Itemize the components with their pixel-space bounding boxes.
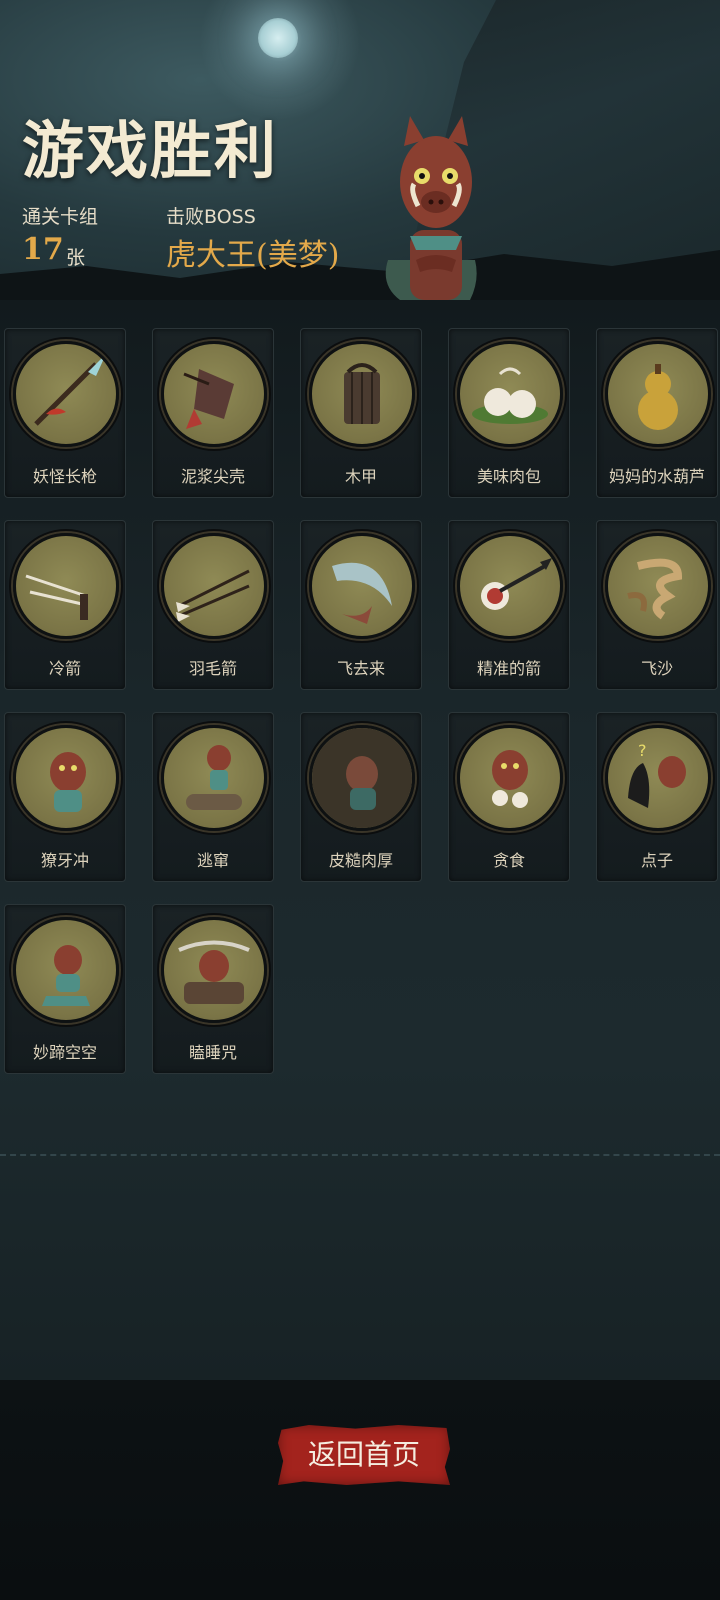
card-name: 美味肉包 [476, 467, 541, 486]
card-yaoguai-spear[interactable]: 妖怪长枪 [4, 328, 126, 498]
card-mud-shell[interactable]: 泥浆尖壳 [152, 328, 274, 498]
cleared-deck-count: 17 [22, 232, 64, 267]
card-name: 逃窜 [196, 851, 229, 870]
cold-arrow-icon [13, 533, 119, 639]
buns-icon [457, 341, 563, 447]
moon [258, 18, 298, 58]
card-boomerang[interactable]: 飞去来 [300, 520, 422, 690]
card-sleep-curse[interactable]: 瞌睡咒 [152, 904, 274, 1074]
card-name: 妈妈的水葫芦 [608, 467, 705, 486]
section-divider [0, 1154, 720, 1156]
card-wonder-hoof[interactable]: 妙蹄空空 [4, 904, 126, 1074]
wooden-armor-icon [309, 341, 415, 447]
feather-arrow-icon [161, 533, 267, 639]
card-name: 飞沙 [640, 659, 673, 678]
card-thick-skin[interactable]: 皮糙肉厚 [300, 712, 422, 882]
boar-flee-icon [161, 725, 267, 831]
page-title: 游戏胜利 [22, 114, 279, 187]
sand-whirl-icon [605, 533, 711, 639]
footer-background [0, 1380, 720, 1600]
boss-name: 虎大王(美梦) [166, 238, 340, 273]
card-name: 獠牙冲 [40, 851, 89, 870]
card-flee[interactable]: 逃窜 [152, 712, 274, 882]
card-name: 皮糙肉厚 [328, 851, 393, 870]
svg-text:?: ? [638, 741, 647, 760]
boss-label: 击败BOSS [166, 206, 256, 228]
card-flying-sand[interactable]: 飞沙 [596, 520, 718, 690]
boar-charge-icon [13, 725, 119, 831]
card-tusk-charge[interactable]: 獠牙冲 [4, 712, 126, 882]
card-name: 瞌睡咒 [188, 1043, 237, 1062]
boar-tough-icon [309, 725, 415, 831]
card-gluttony[interactable]: 贪食 [448, 712, 570, 882]
card-tasty-bun[interactable]: 美味肉包 [448, 328, 570, 498]
card-name: 妙蹄空空 [32, 1043, 97, 1062]
boar-boss-portrait [385, 116, 477, 300]
boar-eat-icon [457, 725, 563, 831]
card-name: 冷箭 [48, 659, 81, 678]
boomerang-icon [309, 533, 415, 639]
gourd-icon [605, 341, 711, 447]
card-name: 泥浆尖壳 [180, 467, 245, 486]
gauntlet-icon [161, 341, 267, 447]
card-idea[interactable]: ? 点子 [596, 712, 718, 882]
boar-sleep-icon [161, 917, 267, 1023]
target-arrow-icon [457, 533, 563, 639]
card-wood-armor[interactable]: 木甲 [300, 328, 422, 498]
cleared-deck-label: 通关卡组 [22, 206, 99, 228]
card-cold-arrow[interactable]: 冷箭 [4, 520, 126, 690]
card-name: 妖怪长枪 [32, 467, 97, 486]
return-home-button[interactable]: 返回首页 [278, 1425, 450, 1485]
card-name: 飞去来 [336, 659, 385, 678]
card-name: 羽毛箭 [188, 659, 237, 678]
card-mom-gourd[interactable]: 妈妈的水葫芦 [596, 328, 718, 498]
card-name: 精准的箭 [476, 659, 541, 678]
spear-icon [13, 341, 119, 447]
boar-kick-icon [13, 917, 119, 1023]
card-name: 木甲 [344, 467, 377, 486]
card-name: 点子 [640, 851, 673, 870]
card-name: 贪食 [492, 851, 525, 870]
card-precise-arrow[interactable]: 精准的箭 [448, 520, 570, 690]
card-feather-arrow[interactable]: 羽毛箭 [152, 520, 274, 690]
cleared-deck-unit: 张 [66, 247, 86, 269]
boar-idea-icon: ? [605, 725, 711, 831]
